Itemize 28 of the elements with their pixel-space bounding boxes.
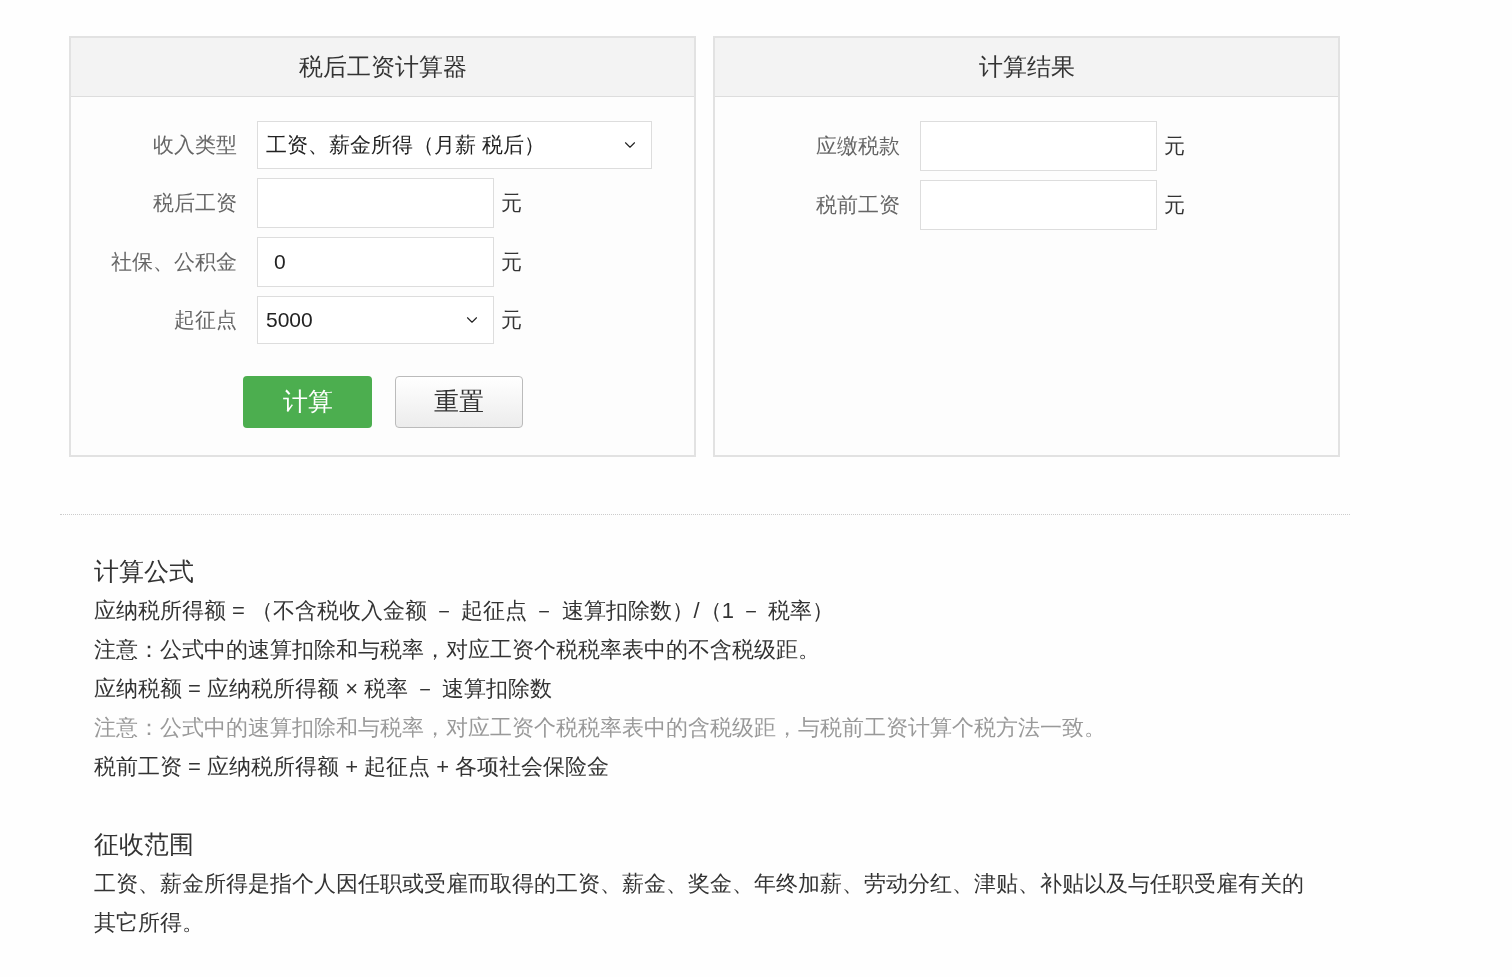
panel-title: 税后工资计算器	[298, 52, 467, 82]
scope-paragraph: 工资、薪金所得是指个人因任职或受雇而取得的工资、薪金、奖金、年终加薪、劳动分红、津贴、补贴以及与任职受雇有关的其它所得。	[94, 870, 1305, 937]
field-label: 起征点	[173, 307, 238, 334]
unit-label: 元	[1164, 133, 1185, 160]
dropdown-field[interactable]: 工资、薪金所得（月薪 税后）	[257, 121, 652, 169]
section-heading: 征收范围	[94, 829, 195, 860]
unit-label: 元	[501, 249, 522, 276]
formula-text: 应纳税所得额 = （不含税收入金额 － 起征点 － 速算扣除数）/（1 － 税率）	[94, 597, 836, 625]
field-label: 税后工资	[152, 190, 238, 217]
unit-label: 元	[501, 307, 522, 334]
dropdown-field[interactable]: 5000	[257, 296, 494, 344]
reset-button[interactable]: 重置	[395, 376, 523, 428]
output-field[interactable]	[920, 180, 1157, 230]
field-label: 收入类型	[152, 132, 238, 159]
field-label: 社保、公积金	[110, 249, 238, 276]
input-field[interactable]	[257, 178, 494, 228]
panel-title: 计算结果	[978, 52, 1075, 82]
section-heading: 计算公式	[94, 556, 195, 587]
field-label: 应缴税款	[815, 133, 901, 160]
input-field[interactable]: 0	[257, 237, 494, 287]
output-field[interactable]	[920, 121, 1157, 171]
formula-text: 税前工资 = 应纳税所得额 + 起征点 + 各项社会保险金	[94, 753, 611, 781]
unit-label: 元	[501, 190, 522, 217]
field-label: 税前工资	[815, 192, 901, 219]
formula-text: 注意：公式中的速算扣除和与税率，对应工资个税税率表中的不含税级距。	[94, 636, 821, 664]
formula-text: 应纳税额 = 应纳税所得额 × 税率 － 速算扣除数	[94, 675, 554, 703]
unit-label: 元	[1164, 192, 1185, 219]
note-text: 注意：公式中的速算扣除和与税率，对应工资个税税率表中的含税级距，与税前工资计算个税方法一致。	[94, 714, 1107, 742]
